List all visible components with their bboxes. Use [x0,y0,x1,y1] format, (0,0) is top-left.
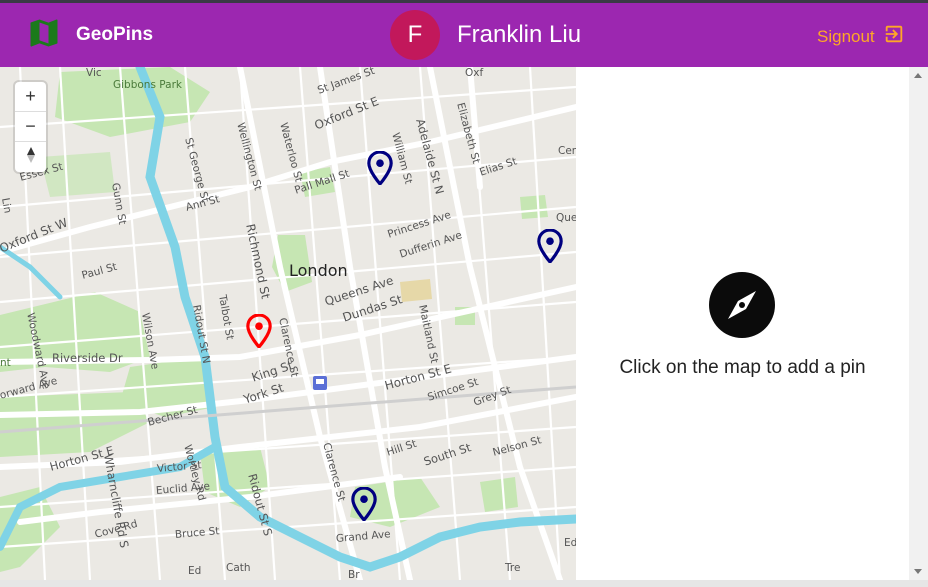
signout-button[interactable]: Signout [817,23,905,50]
scroll-up-arrow-icon[interactable] [914,73,922,78]
street-label: Ed [564,537,576,549]
avatar: F [390,10,440,60]
street-label: Tre [505,562,521,574]
app-title: GeoPins [76,24,154,45]
page-scrollbar[interactable] [909,67,928,580]
street-label: Riverside Dr [52,351,123,365]
brand[interactable]: GeoPins [26,17,153,53]
user-name: Franklin Liu [457,21,582,48]
zoom-in-button[interactable]: + [15,82,46,112]
north-arrow-icon [26,146,36,169]
signout-label: Signout [817,26,875,46]
app-bar: GeoPins F Franklin Liu Signout [0,3,928,67]
street-label: Que [556,212,576,224]
zoom-out-button[interactable]: − [15,112,46,142]
street-label: Vic [86,67,102,79]
window-bottom-strip [0,580,928,587]
side-panel: Click on the map to add a pin [576,67,909,580]
city-label: London [289,261,348,280]
map-navigation-control: + − [15,82,46,172]
add-pin-hint: Click on the map to add a pin [619,357,866,378]
street-label: Cen [558,145,576,157]
street-label: Oxf [465,67,484,79]
street-label: nt [0,357,11,369]
app-root: GeoPins F Franklin Liu Signout Gibbons P… [0,0,928,587]
current-location-pin-icon[interactable] [246,313,272,352]
user-info: F Franklin Liu [390,10,581,60]
scroll-down-arrow-icon[interactable] [914,569,922,574]
map-canvas[interactable]: Gibbons Park St James St Wellington St W… [0,67,576,580]
plus-icon: + [25,86,36,106]
minus-icon: − [25,116,36,136]
street-label: Gibbons Park [113,79,182,91]
exit-icon [883,23,905,50]
map-pin-icon[interactable] [351,486,377,525]
map-icon [26,15,62,55]
reset-bearing-button[interactable] [15,142,46,172]
street-label: Br [348,569,360,580]
street-label: Cath [226,562,251,574]
street-label: Ed [188,565,202,577]
map-pin-icon[interactable] [367,150,393,189]
explore-compass-icon [709,272,775,338]
map-pin-icon[interactable] [537,228,563,267]
avatar-initial: F [407,21,423,48]
